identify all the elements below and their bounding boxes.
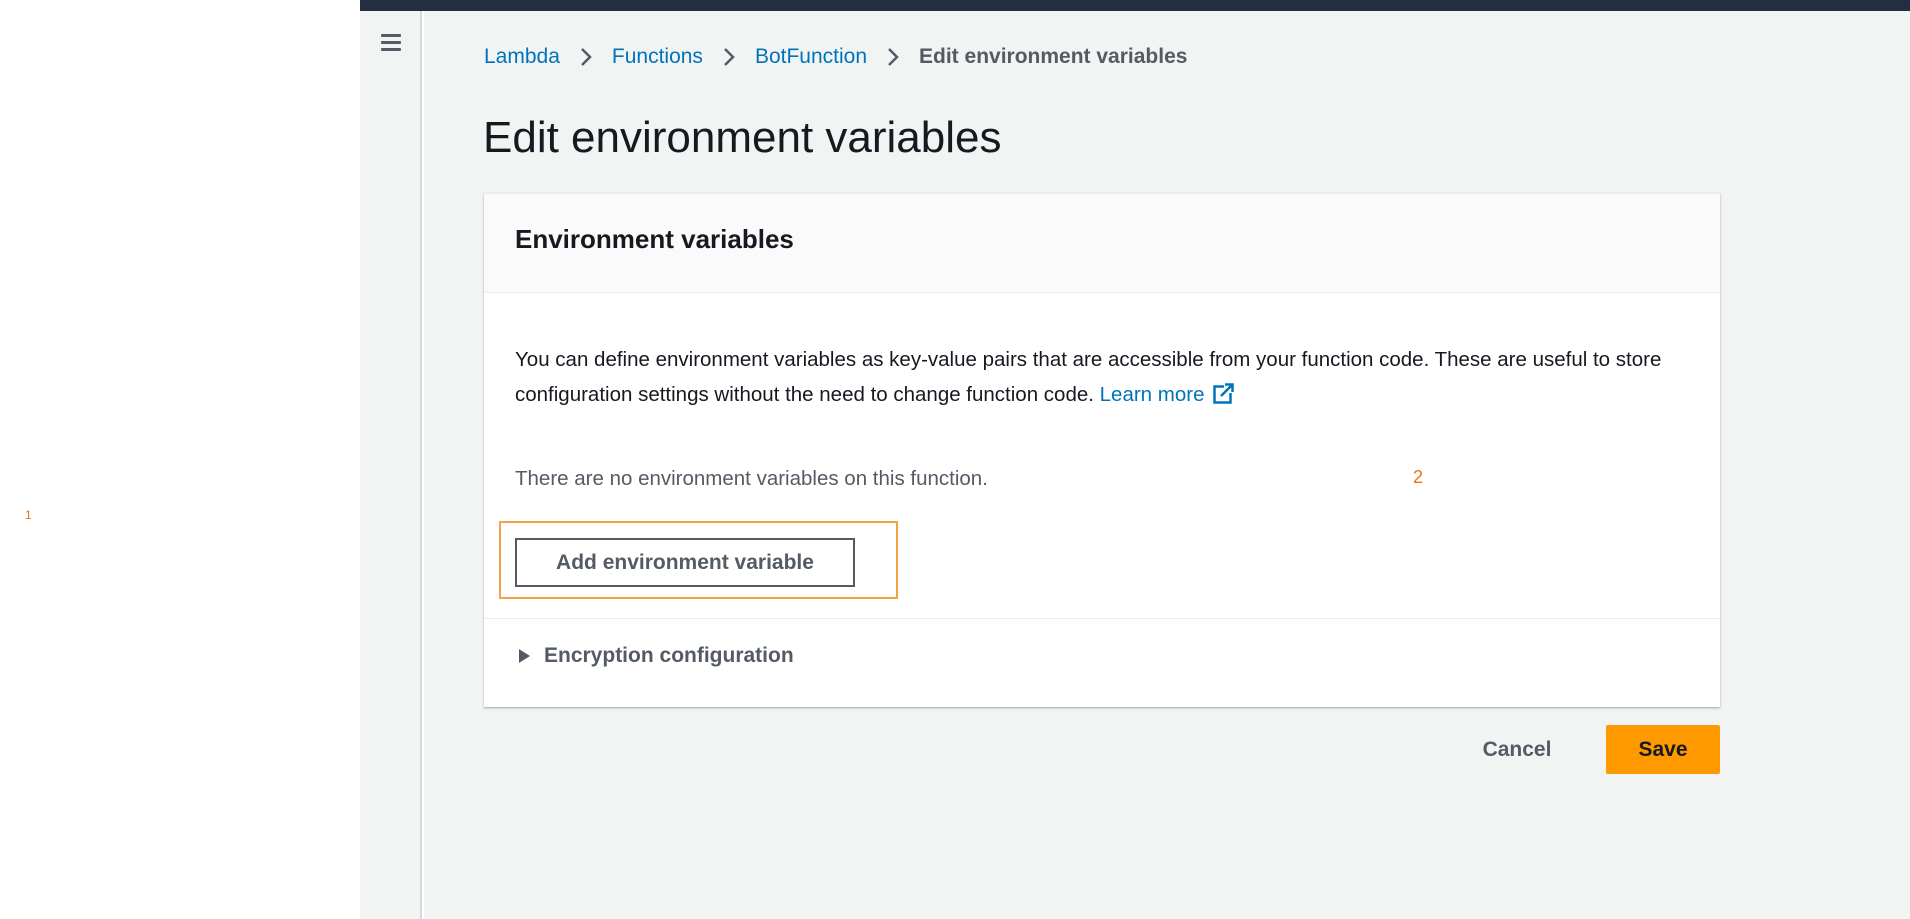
learn-more-link[interactable]: Learn more — [1100, 383, 1205, 406]
panel-title: Environment variables — [515, 224, 794, 254]
breadcrumb-botfunction[interactable]: BotFunction — [755, 45, 867, 69]
page: 1 Lambda Functions BotFunction Edit envi… — [0, 0, 1910, 919]
breadcrumb-lambda[interactable]: Lambda — [484, 45, 560, 69]
external-link-icon[interactable] — [1212, 383, 1234, 404]
left-blank-area: 1 — [0, 0, 360, 919]
breadcrumb-functions[interactable]: Functions — [612, 45, 703, 69]
panel-divider — [484, 618, 1720, 619]
breadcrumb: Lambda Functions BotFunction Edit enviro… — [484, 45, 1187, 69]
save-button[interactable]: Save — [1606, 725, 1720, 774]
top-navigation-bar — [360, 0, 1910, 11]
cancel-button[interactable]: Cancel — [1464, 725, 1570, 774]
breadcrumb-current: Edit environment variables — [919, 45, 1188, 68]
hamburger-menu-icon[interactable] — [379, 31, 403, 55]
chevron-right-icon — [724, 48, 735, 66]
panel-description: You can define environment variables as … — [515, 342, 1705, 412]
chevron-right-icon — [888, 48, 899, 66]
description-text: You can define environment variables as … — [515, 348, 1662, 406]
add-environment-variable-button[interactable]: Add environment variable — [515, 538, 855, 587]
chevron-right-icon — [581, 48, 592, 66]
empty-state-text: There are no environment variables on th… — [515, 467, 988, 490]
annotation-marker-1: 1 — [25, 508, 32, 522]
page-title: Edit environment variables — [483, 113, 1002, 162]
encryption-configuration-label: Encryption configuration — [544, 644, 794, 667]
caret-right-icon — [519, 649, 530, 663]
encryption-configuration-toggle[interactable]: Encryption configuration — [515, 644, 794, 668]
main-content: Lambda Functions BotFunction Edit enviro… — [424, 11, 1910, 919]
environment-variables-panel: Environment variables You can define env… — [484, 193, 1720, 707]
panel-header: Environment variables — [484, 194, 1720, 293]
side-navigation — [360, 11, 422, 919]
annotation-marker-2: 2 — [1413, 467, 1424, 487]
